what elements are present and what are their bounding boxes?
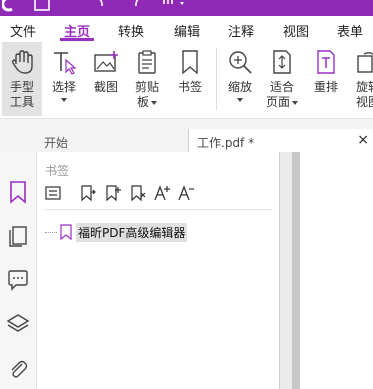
redo-icon[interactable] <box>134 0 152 12</box>
add-bookmark-icon[interactable] <box>104 184 122 202</box>
delete-bookmark-icon[interactable] <box>129 184 147 202</box>
bookmark-item-label: 福昕PDF高级编辑器 <box>76 223 188 242</box>
bookmark-panel: 书签 福昕PDF高级编辑器 <box>37 152 279 389</box>
rotate-view-label-2: 视图 <box>355 95 373 109</box>
chevron-down-icon <box>61 98 67 102</box>
select-tool-icon <box>54 52 77 75</box>
title-bar <box>0 0 373 16</box>
chevron-down-icon <box>237 98 243 102</box>
hand-icon[interactable] <box>160 0 188 12</box>
select-tool-button[interactable]: 选择 <box>46 42 82 116</box>
fit-page-label-2: 页面 <box>265 95 290 109</box>
reflow-button[interactable]: 重排 <box>308 42 344 116</box>
navigation-sidebar <box>0 152 37 389</box>
snapshot-button[interactable]: 截图 <box>88 42 124 116</box>
select-tool-label: 选择 <box>51 80 76 94</box>
bookmark-label: 书签 <box>177 80 202 94</box>
snapshot-label: 截图 <box>93 80 118 94</box>
clipboard-label-1: 剪贴 <box>134 80 159 94</box>
menu-convert[interactable]: 转换 <box>118 21 144 40</box>
undo-icon[interactable] <box>86 0 104 12</box>
menu-comment[interactable]: 注释 <box>228 21 254 40</box>
active-menu-indicator <box>60 38 94 41</box>
hand-tool-label-2: 工具 <box>9 95 34 109</box>
tab-start[interactable]: 开始 <box>36 129 186 152</box>
bookmark-icon <box>182 50 198 75</box>
document-view[interactable] <box>292 152 373 389</box>
comments-panel-icon[interactable] <box>6 268 30 292</box>
menu-view[interactable]: 视图 <box>283 21 309 40</box>
ribbon-separator <box>216 48 217 110</box>
save-icon[interactable] <box>34 0 50 12</box>
bookmark-item-icon <box>60 224 72 240</box>
clipboard-icon <box>138 50 156 74</box>
rotate-view-button[interactable]: 旋转视图 <box>348 42 373 116</box>
bookmark-options-icon[interactable] <box>44 184 62 202</box>
layers-panel-icon[interactable] <box>6 312 30 336</box>
fit-page-button[interactable]: 适合 页面 <box>262 42 302 116</box>
hand-tool-button[interactable]: 手型 工具 <box>2 42 42 116</box>
close-icon[interactable]: × <box>357 132 369 148</box>
fit-page-icon <box>273 50 291 74</box>
menu-bar: 文件 主页 转换 编辑 注释 视图 表单 <box>0 16 373 42</box>
reflow-icon <box>317 50 335 74</box>
pages-panel-icon[interactable] <box>6 224 30 248</box>
snapshot-icon <box>94 51 118 72</box>
panel-title: 书签 <box>45 164 70 178</box>
app-logo-icon[interactable] <box>2 0 16 12</box>
bookmarks-panel-icon[interactable] <box>6 180 30 204</box>
tab-document[interactable]: 工作.pdf * × <box>188 129 373 152</box>
menu-edit[interactable]: 编辑 <box>174 21 200 40</box>
tree-connector <box>45 232 57 233</box>
attachments-panel-icon[interactable] <box>6 358 30 382</box>
zoom-icon <box>229 51 252 74</box>
tab-start-label: 开始 <box>44 136 69 150</box>
expand-bookmark-icon[interactable] <box>79 184 97 202</box>
zoom-button[interactable]: 缩放 <box>222 42 258 116</box>
chevron-down-icon <box>151 100 157 105</box>
menu-file[interactable]: 文件 <box>10 21 36 40</box>
clipboard-button[interactable]: 剪贴板 <box>128 42 166 116</box>
document-tab-bar: 开始 工作.pdf * × <box>0 119 373 152</box>
hand-tool-icon <box>11 50 33 74</box>
ribbon-toolbar: 手型工具 选择 截图 剪贴板 书签 缩放 适合页面 重排 旋转视图 <box>0 42 373 119</box>
rotate-view-label-1: 旋转 <box>355 80 373 94</box>
clipboard-label-2: 板 <box>136 95 149 109</box>
hand-tool-label-1: 手型 <box>9 80 34 94</box>
decrease-font-icon[interactable] <box>177 184 195 202</box>
chevron-down-icon <box>292 100 298 105</box>
divider <box>43 209 272 210</box>
tab-document-label: 工作.pdf * <box>197 136 255 150</box>
menu-form[interactable]: 表单 <box>337 21 363 40</box>
rotate-view-icon <box>357 52 373 73</box>
bookmark-button[interactable]: 书签 <box>172 42 208 116</box>
reflow-label: 重排 <box>313 80 338 94</box>
increase-font-icon[interactable] <box>153 184 171 202</box>
vertical-scrollbar[interactable] <box>280 152 292 389</box>
bookmark-item[interactable]: 福昕PDF高级编辑器 <box>45 222 275 242</box>
zoom-label: 缩放 <box>227 80 252 94</box>
fit-page-label-1: 适合 <box>269 80 294 94</box>
document-page[interactable] <box>300 152 373 389</box>
